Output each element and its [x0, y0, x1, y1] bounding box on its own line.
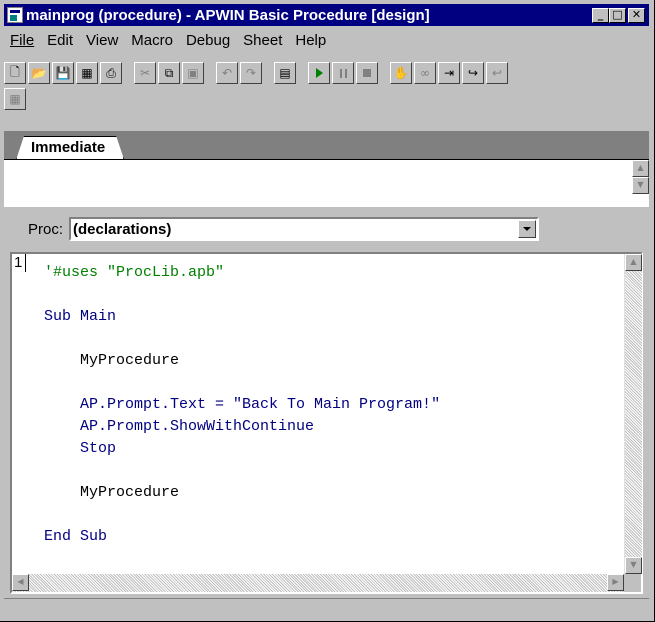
open-icon[interactable]: 📂 — [28, 62, 50, 84]
scroll-right-icon[interactable]: ▶ — [607, 574, 624, 591]
code-line: '#uses "ProcLib.apb" — [44, 264, 225, 281]
copy-icon[interactable]: ⧉ — [158, 62, 180, 84]
step-into-icon[interactable]: ⇥ — [438, 62, 460, 84]
proc-selected-value: (declarations) — [73, 220, 172, 238]
status-bar — [4, 598, 649, 618]
redo-icon[interactable]: ↷ — [240, 62, 262, 84]
pause-icon[interactable] — [332, 62, 354, 84]
toolbar: 🗋 📂 💾 ▦ ⎙ ✂ ⧉ ▣ ↶ ↷ ▤ ✋ ∞ ⇥ ↪ ↩ ▦ — [4, 60, 649, 130]
tab-strip: Immediate — [4, 131, 649, 159]
undo-icon[interactable]: ↶ — [216, 62, 238, 84]
code-line: Sub Main — [44, 308, 117, 325]
scroll-track[interactable] — [625, 271, 642, 559]
cut-icon[interactable]: ✂ — [134, 62, 156, 84]
menu-macro-label: Macro — [131, 31, 173, 49]
menu-bar: File Edit View Macro Debug Sheet Help — [4, 28, 333, 52]
menu-debug-label: Debug — [185, 31, 231, 49]
scroll-up-icon[interactable]: ▲ — [625, 254, 642, 271]
menu-file-label: File — [10, 31, 35, 49]
scroll-down-icon[interactable]: ▼ — [625, 557, 642, 574]
scroll-down-icon[interactable]: ▼ — [632, 177, 649, 194]
stop-icon[interactable] — [356, 62, 378, 84]
menu-edit-label: Edit — [47, 31, 74, 49]
app-icon[interactable] — [7, 7, 23, 23]
minimize-button[interactable]: _ — [592, 7, 609, 23]
menu-view[interactable]: View — [80, 32, 125, 49]
menu-view-label: View — [86, 31, 119, 49]
dialog-editor-icon[interactable]: ▤ — [274, 62, 296, 84]
menu-sheet-label: Sheet — [243, 31, 283, 49]
chevron-down-icon[interactable] — [518, 220, 537, 238]
code-editor[interactable]: 1 '#uses "ProcLib.apb" Sub Main MyProced… — [10, 252, 643, 594]
editor-vertical-scrollbar[interactable]: ▲ ▼ — [624, 254, 642, 574]
tab-immediate[interactable]: Immediate — [16, 136, 124, 160]
toggle-breakpoint-icon[interactable]: ✋ — [390, 62, 412, 84]
menu-debug[interactable]: Debug — [180, 32, 237, 49]
code-line: AP.Prompt.ShowWithContinue — [44, 418, 315, 435]
menu-file[interactable]: File — [4, 32, 41, 49]
code-line: AP.Prompt.Text = "Back To Main Program!" — [44, 396, 441, 413]
window-title: mainprog (procedure) - APWIN Basic Proce… — [26, 6, 430, 24]
close-button[interactable]: ✕ — [628, 7, 645, 23]
proc-label: Proc: — [28, 220, 64, 238]
save-all-icon[interactable]: ▦ — [76, 62, 98, 84]
code-text[interactable]: '#uses "ProcLib.apb" Sub Main MyProcedur… — [44, 262, 440, 548]
title-bar: mainprog (procedure) - APWIN Basic Proce… — [4, 4, 649, 26]
immediate-scrollbar[interactable]: ▲ ▼ — [632, 160, 649, 194]
line-number: 1 — [12, 254, 26, 272]
step-out-icon[interactable]: ↩ — [486, 62, 508, 84]
run-icon[interactable] — [308, 62, 330, 84]
maximize-button[interactable]: □ — [609, 7, 626, 23]
code-line: Stop — [44, 440, 117, 457]
step-over-icon[interactable]: ↪ — [462, 62, 484, 84]
paste-icon[interactable]: ▣ — [182, 62, 204, 84]
quick-watch-icon[interactable]: ∞ — [414, 62, 436, 84]
new-icon[interactable]: 🗋 — [4, 62, 26, 84]
scroll-up-icon[interactable]: ▲ — [632, 160, 649, 177]
save-icon[interactable]: 💾 — [52, 62, 74, 84]
menu-help[interactable]: Help — [289, 32, 333, 49]
menu-help-label: Help — [295, 31, 327, 49]
app-window: mainprog (procedure) - APWIN Basic Proce… — [0, 0, 655, 622]
scrollbar-corner — [624, 574, 641, 592]
code-line: MyProcedure — [44, 352, 180, 369]
immediate-pane[interactable]: ▲ ▼ — [4, 159, 649, 207]
menu-sheet[interactable]: Sheet — [237, 32, 289, 49]
proc-dropdown[interactable]: (declarations) — [69, 217, 540, 241]
proc-bar: Proc: (declarations) — [4, 214, 649, 244]
menu-macro[interactable]: Macro — [125, 32, 180, 49]
menu-edit[interactable]: Edit — [41, 32, 80, 49]
code-line: End Sub — [44, 528, 108, 545]
code-line: MyProcedure — [44, 484, 180, 501]
editor-horizontal-scrollbar[interactable]: ◀ ▶ — [12, 574, 624, 592]
print-icon[interactable]: ⎙ — [100, 62, 122, 84]
object-browser-icon[interactable]: ▦ — [4, 88, 26, 110]
scroll-left-icon[interactable]: ◀ — [12, 574, 29, 591]
